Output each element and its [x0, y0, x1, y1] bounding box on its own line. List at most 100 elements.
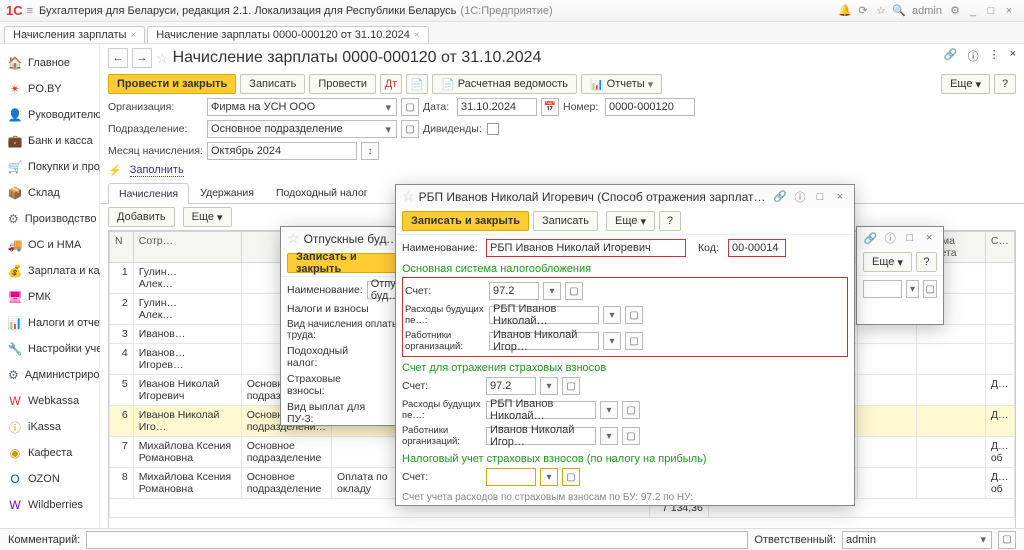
- ins-rbp-input[interactable]: РБП Иванов Николай…: [486, 401, 596, 419]
- sidebar-item-8[interactable]: 💰Зарплата и кадры: [0, 258, 99, 284]
- tab-accruals[interactable]: Начисления: [108, 183, 189, 204]
- emp-input[interactable]: Иванов Николай Игор…: [489, 332, 599, 350]
- struct-button[interactable]: 📄: [406, 74, 428, 94]
- add-row-button[interactable]: Добавить: [108, 207, 175, 227]
- close-icon[interactable]: ×: [1010, 48, 1016, 64]
- close-icon[interactable]: ×: [922, 232, 938, 244]
- small-open[interactable]: ▢: [923, 280, 937, 298]
- dept-input[interactable]: Основное подразделение▾: [207, 120, 397, 138]
- collapse-icon[interactable]: ⋮: [989, 48, 1000, 64]
- doc-tab-list[interactable]: Начисления зарплаты×: [4, 26, 145, 43]
- account-input[interactable]: 97.2: [489, 282, 539, 300]
- bell-icon[interactable]: 🔔: [836, 4, 854, 17]
- sidebar-label: Склад: [28, 187, 60, 199]
- fill-link[interactable]: Заполнить: [130, 164, 184, 177]
- maximize-icon[interactable]: □: [902, 232, 918, 244]
- sidebar-item-17[interactable]: WWildberries: [0, 492, 99, 518]
- help-button[interactable]: ?: [994, 74, 1016, 94]
- sidebar-item-16[interactable]: OOZON: [0, 466, 99, 492]
- payslip-button[interactable]: 📄Расчетная ведомость: [432, 74, 577, 94]
- info-icon[interactable]: ⓘ: [792, 189, 808, 205]
- code-input[interactable]: 00-00014: [728, 239, 786, 257]
- sidebar-item-9[interactable]: 🖥РМК: [0, 284, 99, 310]
- small-input[interactable]: [863, 280, 902, 298]
- grid-more-button[interactable]: Еще ▾: [183, 207, 232, 227]
- tab-close-icon[interactable]: ×: [414, 30, 420, 41]
- acc-drop[interactable]: ▾: [543, 282, 561, 300]
- close-icon[interactable]: ×: [1000, 5, 1018, 17]
- favorite-icon[interactable]: ☆: [156, 50, 169, 67]
- post-close-button[interactable]: Провести и закрыть: [108, 74, 236, 94]
- link-icon[interactable]: 🔗: [772, 190, 788, 203]
- responsible-open[interactable]: ▢: [998, 531, 1016, 549]
- write-close-button[interactable]: Записать и закрыть: [287, 253, 403, 273]
- name-input[interactable]: РБП Иванов Николай Игоревич: [486, 239, 686, 257]
- sidebar-icon: 💼: [8, 134, 22, 148]
- link-icon[interactable]: 🔗: [944, 48, 958, 64]
- close-icon[interactable]: ×: [832, 191, 848, 203]
- history-icon[interactable]: ⟳: [854, 4, 872, 17]
- acc-open[interactable]: ▢: [565, 282, 583, 300]
- sidebar-item-7[interactable]: 🚚ОС и НМА: [0, 232, 99, 258]
- maximize-icon[interactable]: □: [812, 191, 828, 203]
- help-icon[interactable]: ⓘ: [968, 48, 979, 64]
- star-icon[interactable]: ☆: [872, 4, 890, 17]
- reports-button[interactable]: 📊Отчеты ▾: [581, 74, 662, 94]
- minimize-icon[interactable]: _: [964, 5, 982, 17]
- date-picker-button[interactable]: 📅: [541, 98, 559, 116]
- settings-icon[interactable]: ⚙: [946, 4, 964, 17]
- sidebar-item-11[interactable]: 🔧Настройки учета: [0, 336, 99, 362]
- org-open-button[interactable]: ▢: [401, 98, 419, 116]
- small-drop[interactable]: ▾: [906, 280, 920, 298]
- rbp-input[interactable]: РБП Иванов Николай…: [489, 306, 599, 324]
- sidebar-item-12[interactable]: ⚙Администрирование: [0, 362, 99, 388]
- month-input[interactable]: Октябрь 2024: [207, 142, 357, 160]
- tab-pit[interactable]: Подоходный налог: [265, 182, 379, 203]
- favorite-icon[interactable]: ☆: [287, 230, 300, 247]
- tax-account-input[interactable]: [486, 468, 536, 486]
- write-button[interactable]: Записать: [240, 74, 305, 94]
- more-button[interactable]: Еще ▾: [941, 74, 990, 94]
- tab-deductions[interactable]: Удержания: [189, 182, 265, 203]
- sidebar-item-1[interactable]: ✴PO.BY: [0, 76, 99, 102]
- sidebar-item-2[interactable]: 👤Руководителю: [0, 102, 99, 128]
- nav-fwd-button[interactable]: →: [132, 48, 152, 68]
- post-button[interactable]: Провести: [309, 74, 376, 94]
- more-button[interactable]: Еще ▾: [606, 211, 655, 231]
- maximize-icon[interactable]: □: [982, 5, 1000, 17]
- link-icon[interactable]: 🔗: [863, 232, 879, 245]
- user-label[interactable]: admin: [908, 5, 946, 17]
- sidebar-item-4[interactable]: 🛒Покупки и продажи: [0, 154, 99, 180]
- nav-back-button[interactable]: ←: [108, 48, 128, 68]
- num-input[interactable]: 0000-000120: [605, 98, 695, 116]
- section-profit-tax: Налоговый учет страховых взносов (по нал…: [402, 449, 848, 466]
- sidebar-item-10[interactable]: 📊Налоги и отчетность: [0, 310, 99, 336]
- org-input[interactable]: Фирма на УСН ООО▾: [207, 98, 397, 116]
- dt-kt-button[interactable]: Дт: [380, 74, 402, 94]
- tab-close-icon[interactable]: ×: [130, 30, 136, 41]
- month-stepper[interactable]: ↕: [361, 142, 379, 160]
- menu-icon[interactable]: ≡: [27, 5, 33, 17]
- sidebar-item-13[interactable]: WWebkassa: [0, 388, 99, 414]
- ins-emp-input[interactable]: Иванов Николай Игор…: [486, 427, 596, 445]
- help-button[interactable]: ?: [916, 252, 937, 272]
- search-icon[interactable]: 🔍: [890, 4, 908, 17]
- more-button[interactable]: Еще ▾: [863, 252, 912, 272]
- sidebar-item-3[interactable]: 💼Банк и касса: [0, 128, 99, 154]
- write-button[interactable]: Записать: [533, 211, 598, 231]
- dividends-checkbox[interactable]: [487, 123, 499, 135]
- write-close-button[interactable]: Записать и закрыть: [402, 211, 529, 231]
- sidebar-item-14[interactable]: ⓘiKassa: [0, 414, 99, 440]
- date-input[interactable]: 31.10.2024: [457, 98, 537, 116]
- sidebar-item-0[interactable]: 🏠Главное: [0, 50, 99, 76]
- comment-input[interactable]: [86, 531, 748, 549]
- sidebar-item-15[interactable]: ◉Кафеста: [0, 440, 99, 466]
- sidebar-item-6[interactable]: ⚙Производство: [0, 206, 99, 232]
- dept-open-button[interactable]: ▢: [401, 120, 419, 138]
- doc-tab-current[interactable]: Начисление зарплаты 0000-000120 от 31.10…: [147, 26, 428, 43]
- responsible-input[interactable]: admin▾: [842, 531, 992, 549]
- help-button[interactable]: ?: [659, 211, 681, 231]
- ins-account-input[interactable]: 97.2: [486, 377, 536, 395]
- sidebar-item-5[interactable]: 📦Склад: [0, 180, 99, 206]
- favorite-icon[interactable]: ☆: [402, 188, 415, 205]
